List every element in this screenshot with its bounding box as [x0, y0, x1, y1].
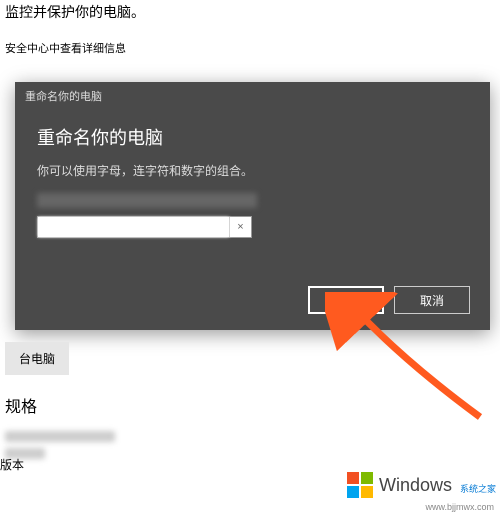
- page-heading: 监控并保护你的电脑。: [5, 2, 500, 22]
- dialog-description: 你可以使用字母，连字符和数字的组合。: [37, 162, 468, 179]
- pc-name-input-wrap: ×: [37, 216, 252, 238]
- close-icon: ×: [237, 221, 243, 233]
- dialog-titlebar: 重命名你的电脑: [15, 82, 490, 110]
- specs-section-title: 规格: [5, 393, 500, 417]
- watermark-brand: Windows: [379, 475, 452, 496]
- clear-input-button[interactable]: ×: [229, 217, 251, 237]
- rename-pc-dialog: 重命名你的电脑 重命名你的电脑 你可以使用字母，连字符和数字的组合。 × 下一页…: [15, 82, 490, 330]
- watermark-sub: 系统之家: [460, 482, 496, 495]
- watermark: Windows 系统之家: [347, 472, 496, 498]
- cancel-button[interactable]: 取消: [394, 286, 470, 314]
- tab-this-pc[interactable]: 台电脑: [5, 342, 69, 375]
- watermark-url: www.bjjmwx.com: [425, 502, 494, 512]
- version-label: 版本: [0, 456, 24, 473]
- next-button[interactable]: 下一页: [308, 286, 384, 314]
- specs-blurred: [5, 431, 500, 459]
- pc-name-input[interactable]: [38, 217, 229, 237]
- current-name-blurred: [37, 193, 257, 208]
- windows-logo-icon: [347, 472, 373, 498]
- page-subline: 安全中心中查看详细信息: [5, 40, 500, 56]
- dialog-heading: 重命名你的电脑: [37, 124, 468, 150]
